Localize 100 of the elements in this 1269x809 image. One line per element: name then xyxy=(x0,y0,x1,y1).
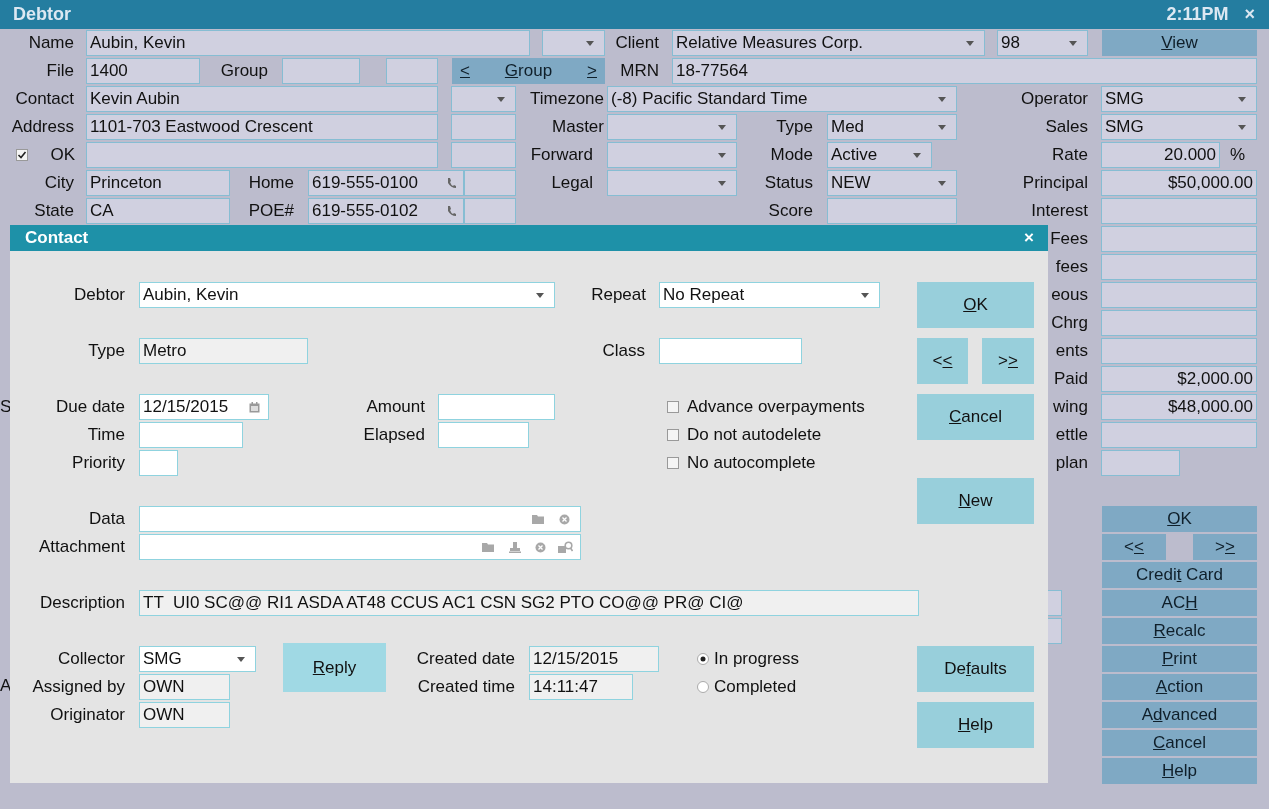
data-field[interactable] xyxy=(139,506,581,532)
mode-dropdown[interactable]: Active xyxy=(827,142,932,168)
side-button[interactable]: Recalc xyxy=(1102,618,1257,644)
amount-field[interactable] xyxy=(1101,282,1257,308)
created-date-field[interactable]: 12/15/2015 xyxy=(529,646,659,672)
name-field[interactable]: Aubin, Kevin xyxy=(86,30,530,56)
field-label: Sales xyxy=(1045,116,1088,139)
amount-field[interactable] xyxy=(1101,310,1257,336)
amount-field[interactable] xyxy=(1101,450,1180,476)
next-button[interactable]: >> xyxy=(982,338,1034,384)
rate-field[interactable]: 20.000 xyxy=(1101,142,1220,168)
amount-field[interactable]: $2,000.00 xyxy=(1101,366,1257,392)
checkbox[interactable] xyxy=(667,429,679,441)
ok-button[interactable]: OK xyxy=(917,282,1034,328)
client-dropdown[interactable]: Relative Measures Corp. xyxy=(672,30,985,56)
mrn-field[interactable]: 18-77564 xyxy=(672,58,1257,84)
field-label: Interest xyxy=(1031,200,1088,223)
state-field[interactable]: CA xyxy=(86,198,230,224)
sales-dropdown[interactable]: SMG xyxy=(1101,114,1257,140)
score-field[interactable] xyxy=(827,198,957,224)
contact-field[interactable]: Kevin Aubin xyxy=(86,86,438,112)
file-field[interactable]: 1400 xyxy=(86,58,200,84)
home-phone-field[interactable]: 619-555-0100 xyxy=(308,170,464,196)
elapsed-field[interactable] xyxy=(438,422,529,448)
close-button[interactable]: × xyxy=(1244,1,1255,28)
forward-dropdown[interactable] xyxy=(607,142,737,168)
field-label: Priority xyxy=(72,452,125,475)
city-field[interactable]: Princeton xyxy=(86,170,230,196)
cancel-button[interactable]: Cancel xyxy=(917,394,1034,440)
address-field[interactable]: 1101-703 Eastwood Crescent xyxy=(86,114,438,140)
radio-button[interactable] xyxy=(697,681,709,693)
type-dropdown[interactable]: Med xyxy=(827,114,957,140)
group-button[interactable]: Group xyxy=(504,58,553,84)
text-field[interactable] xyxy=(86,142,438,168)
previous-button[interactable]: << xyxy=(917,338,968,384)
text-field[interactable] xyxy=(464,198,516,224)
amount-field[interactable] xyxy=(438,394,555,420)
type-field[interactable]: Metro xyxy=(139,338,308,364)
side-button[interactable]: Help xyxy=(1102,758,1257,784)
description-field[interactable]: TT UI0 SC@@ RI1 ASDA AT48 CCUS AC1 CSN SG2 PTO CO@@ PR@ CI@ xyxy=(139,590,919,616)
attachment-field[interactable] xyxy=(139,534,581,560)
previous-group-button[interactable]: < xyxy=(460,58,470,84)
field-label: Rate xyxy=(1052,144,1088,167)
field-label: ents xyxy=(1055,340,1088,363)
close-button[interactable]: × xyxy=(1024,225,1034,251)
assigned-by-field[interactable]: OWN xyxy=(139,674,230,700)
client-number-dropdown[interactable]: 98 xyxy=(997,30,1088,56)
priority-field[interactable] xyxy=(139,450,178,476)
principal-field[interactable]: $50,000.00 xyxy=(1101,170,1257,196)
side-button[interactable]: >> xyxy=(1193,534,1257,560)
help-button[interactable]: Help xyxy=(917,702,1034,748)
amount-field[interactable] xyxy=(1101,422,1257,448)
time-field[interactable] xyxy=(139,422,243,448)
status-dropdown[interactable]: NEW xyxy=(827,170,957,196)
reply-button[interactable]: Reply xyxy=(283,643,386,692)
side-button[interactable]: Cancel xyxy=(1102,730,1257,756)
field-label: Client xyxy=(615,32,659,55)
side-button[interactable]: OK xyxy=(1102,506,1257,532)
text-field[interactable] xyxy=(451,142,516,168)
amount-field[interactable] xyxy=(1101,226,1257,252)
checkbox[interactable] xyxy=(16,149,28,161)
operator-dropdown[interactable]: SMG xyxy=(1101,86,1257,112)
radio-button[interactable] xyxy=(697,653,709,665)
view-button[interactable]: View xyxy=(1102,30,1257,56)
legal-dropdown[interactable] xyxy=(607,170,737,196)
repeat-dropdown[interactable]: No Repeat xyxy=(659,282,880,308)
class-field[interactable] xyxy=(659,338,802,364)
checkbox[interactable] xyxy=(667,401,679,413)
amount-field[interactable] xyxy=(1101,254,1257,280)
text-field[interactable] xyxy=(464,170,516,196)
defaults-button[interactable]: Defaults xyxy=(917,646,1034,692)
caret-icon xyxy=(1237,123,1247,131)
checkbox[interactable] xyxy=(667,457,679,469)
side-button[interactable]: Print xyxy=(1102,646,1257,672)
text-field[interactable] xyxy=(451,114,516,140)
timezone-dropdown[interactable]: (-8) Pacific Standard Time xyxy=(607,86,957,112)
field-label: Principal xyxy=(1022,172,1088,195)
created-time-field[interactable]: 14:11:47 xyxy=(529,674,633,700)
side-button[interactable]: ACH xyxy=(1102,590,1257,616)
dropdown[interactable] xyxy=(542,30,605,56)
group-field[interactable] xyxy=(282,58,360,84)
master-dropdown[interactable] xyxy=(607,114,737,140)
dropdown[interactable] xyxy=(451,86,516,112)
text-field[interactable] xyxy=(386,58,438,84)
side-button[interactable]: Action xyxy=(1102,674,1257,700)
side-button[interactable]: Advanced xyxy=(1102,702,1257,728)
debtor-dropdown[interactable]: Aubin, Kevin xyxy=(139,282,555,308)
originator-field[interactable]: OWN xyxy=(139,702,230,728)
side-button[interactable]: Credit Card xyxy=(1102,562,1257,588)
new-button[interactable]: New xyxy=(917,478,1034,524)
next-group-button[interactable]: > xyxy=(587,58,597,84)
amount-field[interactable] xyxy=(1101,338,1257,364)
interest-field[interactable] xyxy=(1101,198,1257,224)
poe-phone-field[interactable]: 619-555-0102 xyxy=(308,198,464,224)
amount-field[interactable]: $48,000.00 xyxy=(1101,394,1257,420)
side-button[interactable]: << xyxy=(1102,534,1166,560)
field-label: ettle xyxy=(1055,424,1088,447)
field-label: Group xyxy=(220,60,268,83)
collector-dropdown[interactable]: SMG xyxy=(139,646,256,672)
due-date-field[interactable]: 12/15/2015 xyxy=(139,394,269,420)
